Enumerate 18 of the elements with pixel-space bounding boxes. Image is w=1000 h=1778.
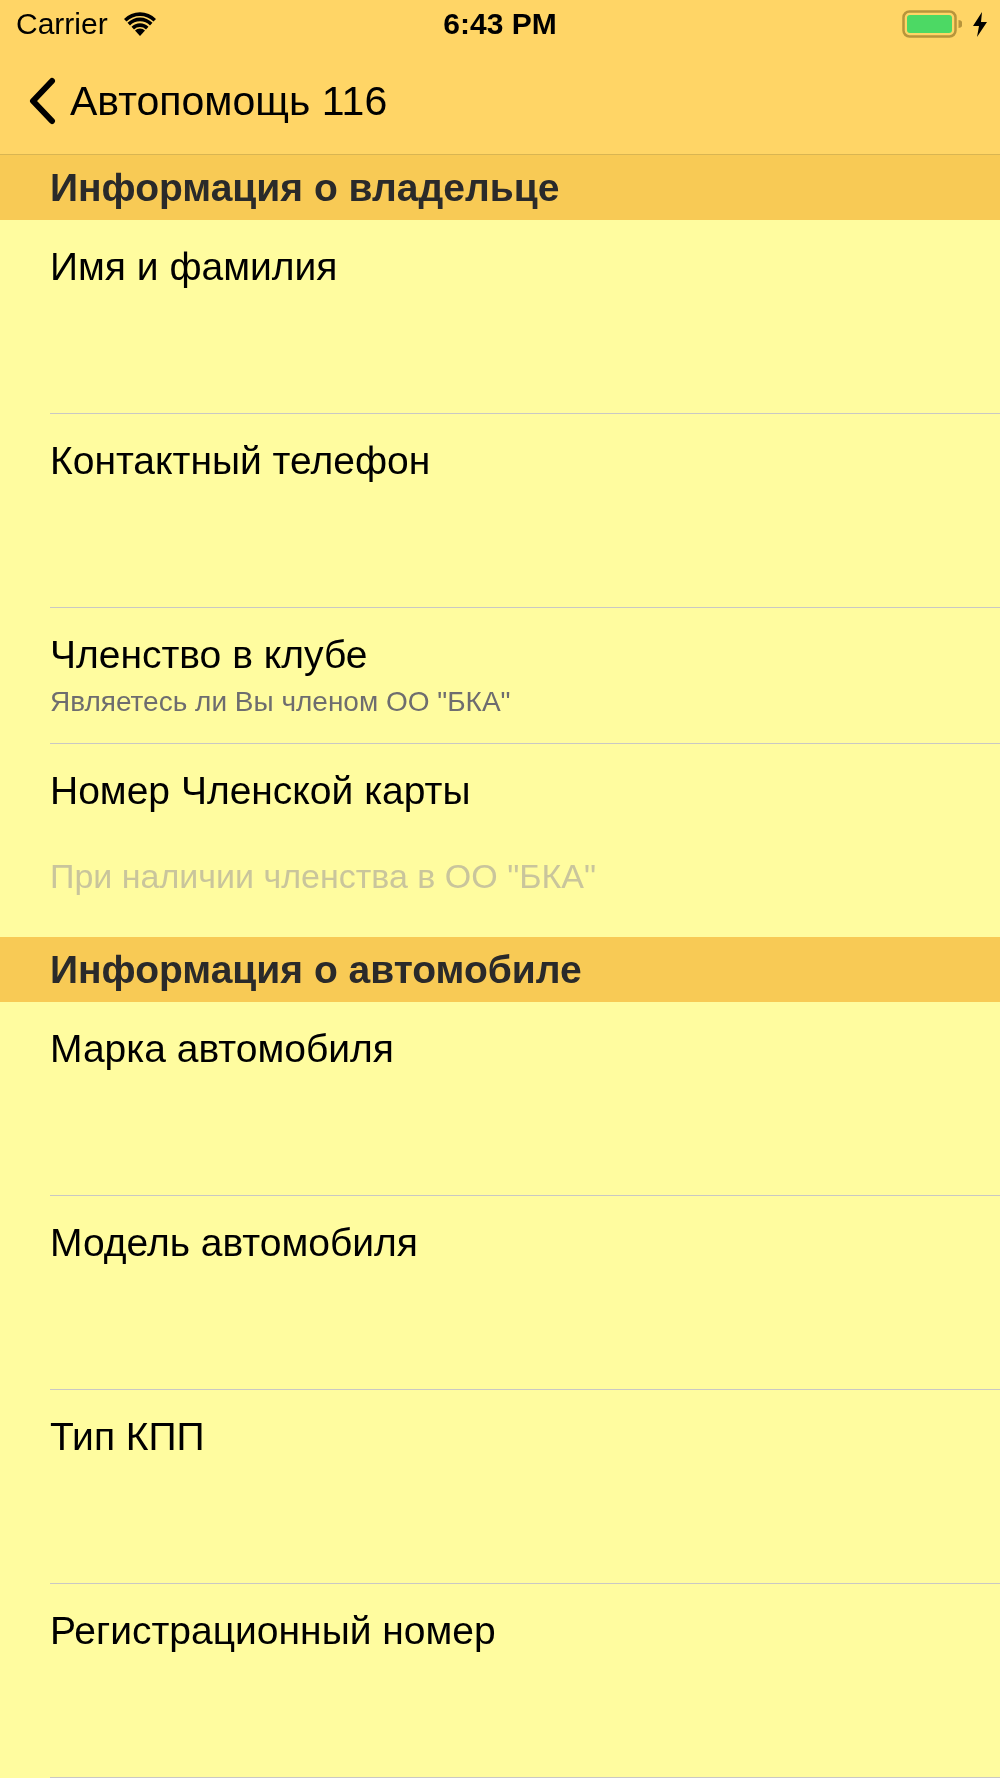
field-label: Регистрационный номер	[50, 1608, 496, 1654]
section-header: Информация о автомобиле	[0, 937, 1000, 1002]
field-label: Модель автомобиля	[50, 1220, 418, 1266]
field-label: Марка автомобиля	[50, 1026, 394, 1072]
back-chevron-icon	[28, 77, 56, 125]
field-label: Членство в клубе	[50, 632, 368, 678]
section-header: Информация о владельце	[0, 155, 1000, 220]
clock-time: 6:43 PM	[443, 7, 557, 41]
field-description: Являетесь ли Вы членом ОО "БКА"	[50, 685, 511, 719]
field-label: Имя и фамилия	[50, 244, 338, 290]
battery-icon	[902, 10, 962, 38]
carrier-label: Carrier	[16, 7, 108, 41]
field-label: Номер Членской карты	[50, 768, 471, 814]
field-label: Контактный телефон	[50, 438, 431, 484]
field-label: Тип КПП	[50, 1414, 205, 1460]
back-button[interactable]: Автопомощь 116	[28, 76, 388, 126]
lightning-icon	[973, 11, 987, 37]
wifi-icon	[123, 12, 156, 36]
